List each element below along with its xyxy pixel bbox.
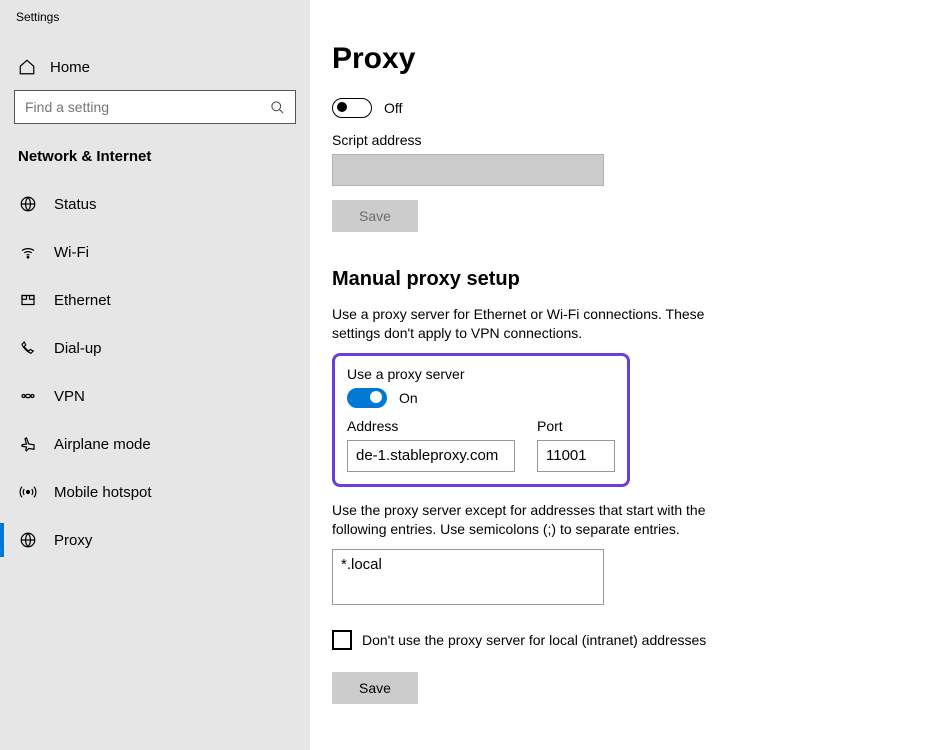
nav-label: Mobile hotspot <box>54 484 152 501</box>
search-input[interactable] <box>25 99 270 115</box>
sidebar: Settings Home Network & Internet Status <box>0 0 310 750</box>
nav-item-wifi[interactable]: Wi-Fi <box>14 229 296 275</box>
nav-item-dialup[interactable]: Dial-up <box>14 325 296 371</box>
proxy-config-highlight: Use a proxy server On Address Port <box>332 353 630 487</box>
globe-icon <box>18 531 38 549</box>
status-icon <box>18 195 38 213</box>
home-icon <box>18 58 36 76</box>
home-link[interactable]: Home <box>14 48 296 90</box>
nav-item-proxy[interactable]: Proxy <box>14 517 296 563</box>
use-proxy-state: On <box>399 390 418 406</box>
manual-save-button[interactable]: Save <box>332 672 418 704</box>
script-address-label: Script address <box>332 132 940 148</box>
dialup-icon <box>18 339 38 357</box>
nav-item-status[interactable]: Status <box>14 181 296 227</box>
auto-save-button[interactable]: Save <box>332 200 418 232</box>
manual-heading: Manual proxy setup <box>332 268 940 291</box>
search-input-container[interactable] <box>14 90 296 124</box>
bypass-list-input[interactable] <box>332 549 604 605</box>
proxy-address-input[interactable] <box>347 440 515 472</box>
wifi-icon <box>18 243 38 261</box>
nav-label: Dial-up <box>54 340 102 357</box>
hotspot-icon <box>18 483 38 501</box>
airplane-icon <box>18 435 38 453</box>
local-bypass-label: Don't use the proxy server for local (in… <box>362 632 706 648</box>
search-icon <box>270 100 285 115</box>
nav-item-hotspot[interactable]: Mobile hotspot <box>14 469 296 515</box>
proxy-port-input[interactable] <box>537 440 615 472</box>
use-proxy-toggle[interactable] <box>347 388 387 408</box>
app-title: Settings <box>0 0 310 30</box>
main-content: Proxy Off Script address Save Manual pro… <box>310 0 940 750</box>
vpn-icon <box>18 387 38 405</box>
nav-label: Status <box>54 196 97 213</box>
nav-item-airplane[interactable]: Airplane mode <box>14 421 296 467</box>
nav-label: Airplane mode <box>54 436 151 453</box>
nav-label: Wi-Fi <box>54 244 89 261</box>
nav-label: Proxy <box>54 532 92 549</box>
use-proxy-label: Use a proxy server <box>347 366 615 382</box>
page-title: Proxy <box>332 42 940 76</box>
local-bypass-checkbox[interactable] <box>332 630 352 650</box>
home-label: Home <box>50 59 90 76</box>
bypass-description: Use the proxy server except for addresse… <box>332 501 752 539</box>
script-address-input <box>332 154 604 186</box>
nav-label: VPN <box>54 388 85 405</box>
address-label: Address <box>347 418 515 434</box>
nav-label: Ethernet <box>54 292 111 309</box>
auto-toggle-state: Off <box>384 100 402 116</box>
auto-detect-toggle[interactable] <box>332 98 372 118</box>
nav-item-ethernet[interactable]: Ethernet <box>14 277 296 323</box>
section-title: Network & Internet <box>14 142 296 181</box>
port-label: Port <box>537 418 615 434</box>
manual-description: Use a proxy server for Ethernet or Wi-Fi… <box>332 305 752 343</box>
ethernet-icon <box>18 291 38 309</box>
nav-item-vpn[interactable]: VPN <box>14 373 296 419</box>
